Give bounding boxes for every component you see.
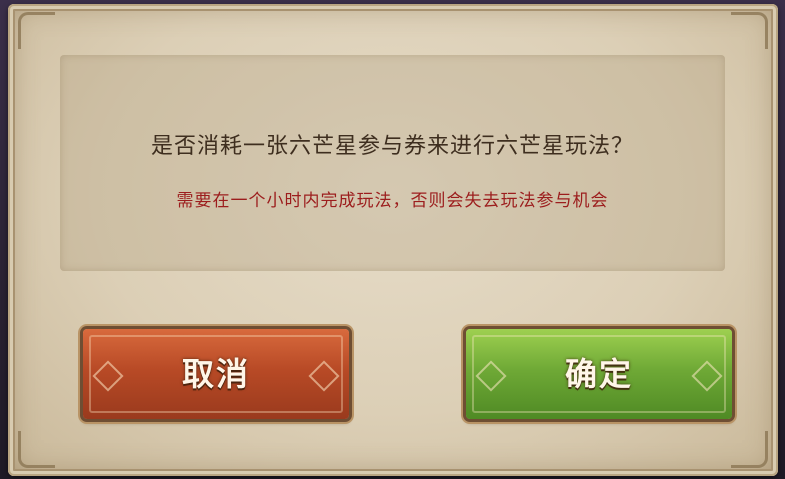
confirm-button[interactable]: 确定 — [466, 329, 732, 419]
cancel-button-label: 取消 — [181, 355, 250, 393]
game-background: 是否消耗一张六芒星参与券来进行六芒星玩法？ 需要在一个小时内完成玩法，否则会失去… — [0, 0, 785, 479]
corner-ornament — [18, 12, 55, 49]
corner-ornament — [731, 12, 768, 49]
cancel-button[interactable]: 取消 — [83, 329, 349, 419]
message-panel: 是否消耗一张六芒星参与券来进行六芒星玩法？ 需要在一个小时内完成玩法，否则会失去… — [60, 55, 725, 271]
confirm-button-label: 确定 — [564, 355, 633, 393]
dialog-warning: 需要在一个小时内完成玩法，否则会失去玩法参与机会 — [176, 191, 609, 211]
dialog-question: 是否消耗一张六芒星参与券来进行六芒星玩法？ — [150, 134, 634, 159]
corner-ornament — [18, 431, 55, 468]
corner-ornament — [731, 431, 768, 468]
confirm-dialog: 是否消耗一张六芒星参与券来进行六芒星玩法？ 需要在一个小时内完成玩法，否则会失去… — [8, 4, 778, 476]
